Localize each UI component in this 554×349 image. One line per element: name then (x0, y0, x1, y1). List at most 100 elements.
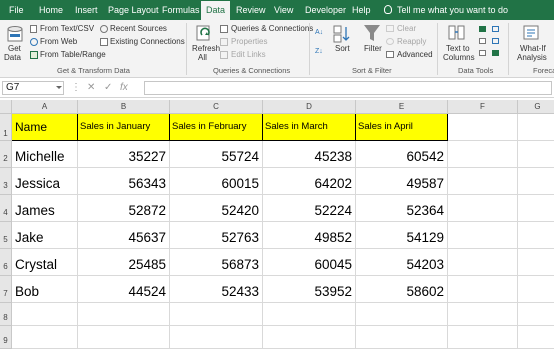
empty-cell[interactable] (518, 249, 554, 276)
row-header[interactable]: 8 (0, 303, 12, 326)
empty-cell[interactable] (448, 114, 518, 141)
empty-cell[interactable] (170, 326, 263, 349)
tab-file[interactable]: File (9, 0, 24, 20)
sales-cell[interactable]: 60045 (263, 249, 356, 276)
name-cell[interactable]: Jessica (12, 168, 78, 195)
enter-icon[interactable]: ✓ (104, 81, 112, 95)
tab-home[interactable]: Home (39, 0, 63, 20)
sales-cell[interactable]: 25485 (78, 249, 170, 276)
row-header[interactable]: 6 (0, 249, 12, 276)
empty-cell[interactable] (448, 276, 518, 303)
header-cell-name[interactable]: Name (12, 114, 78, 141)
empty-cell[interactable] (518, 141, 554, 168)
row-header[interactable]: 2 (0, 141, 12, 168)
empty-cell[interactable] (448, 195, 518, 222)
sales-cell[interactable]: 54129 (356, 222, 448, 249)
sales-cell[interactable]: 56343 (78, 168, 170, 195)
row-header[interactable]: 5 (0, 222, 12, 249)
tab-view[interactable]: View (274, 0, 293, 20)
name-cell[interactable]: Crystal (12, 249, 78, 276)
tab-review[interactable]: Review (236, 0, 266, 20)
selected-cell-g7[interactable] (518, 276, 554, 303)
column-header-d[interactable]: D (263, 100, 356, 114)
name-cell[interactable]: James (12, 195, 78, 222)
tab-developer[interactable]: Developer (305, 0, 346, 20)
name-cell[interactable]: Michelle (12, 141, 78, 168)
column-header-c[interactable]: C (170, 100, 263, 114)
empty-cell[interactable] (356, 303, 448, 326)
column-header-a[interactable]: A (12, 100, 78, 114)
empty-cell[interactable] (518, 195, 554, 222)
sales-cell[interactable]: 52763 (170, 222, 263, 249)
sales-cell[interactable]: 64202 (263, 168, 356, 195)
sales-cell[interactable]: 45238 (263, 141, 356, 168)
tab-data[interactable]: Data (201, 1, 231, 20)
empty-cell[interactable] (518, 326, 554, 349)
name-box[interactable]: G7 (2, 81, 64, 95)
empty-cell[interactable] (448, 141, 518, 168)
tab-insert[interactable]: Insert (75, 0, 98, 20)
empty-cell[interactable] (263, 303, 356, 326)
sales-cell[interactable]: 49852 (263, 222, 356, 249)
empty-cell[interactable] (356, 326, 448, 349)
name-cell[interactable]: Bob (12, 276, 78, 303)
empty-cell[interactable] (448, 326, 518, 349)
empty-cell[interactable] (518, 303, 554, 326)
sales-cell[interactable]: 56873 (170, 249, 263, 276)
row-header[interactable]: 9 (0, 326, 12, 349)
header-cell-sales-february[interactable]: Sales in February (170, 114, 263, 141)
empty-cell[interactable] (78, 303, 170, 326)
empty-cell[interactable] (518, 222, 554, 249)
sales-cell[interactable]: 60542 (356, 141, 448, 168)
row-header[interactable]: 1 (0, 114, 12, 141)
group-separator (186, 23, 187, 75)
empty-cell[interactable] (12, 303, 78, 326)
sales-cell[interactable]: 45637 (78, 222, 170, 249)
empty-cell[interactable] (170, 303, 263, 326)
empty-cell[interactable] (448, 249, 518, 276)
sales-cell[interactable]: 35227 (78, 141, 170, 168)
sales-cell[interactable]: 53952 (263, 276, 356, 303)
column-header-g[interactable]: G (518, 100, 554, 114)
columns-label: Columns (443, 53, 475, 62)
formula-input[interactable] (144, 81, 552, 95)
sales-cell[interactable]: 44524 (78, 276, 170, 303)
column-header-b[interactable]: B (78, 100, 170, 114)
empty-cell[interactable] (448, 222, 518, 249)
row-header[interactable]: 4 (0, 195, 12, 222)
sales-cell[interactable]: 52224 (263, 195, 356, 222)
column-header-e[interactable]: E (356, 100, 448, 114)
row-header[interactable]: 3 (0, 168, 12, 195)
sales-cell[interactable]: 52872 (78, 195, 170, 222)
name-cell[interactable]: Jake (12, 222, 78, 249)
tell-me-search[interactable]: Tell me what you want to do (384, 0, 508, 20)
tab-formulas[interactable]: Formulas (162, 0, 200, 20)
tab-help[interactable]: Help (352, 0, 371, 20)
sales-cell[interactable]: 52433 (170, 276, 263, 303)
header-cell-sales-april[interactable]: Sales in April (356, 114, 448, 141)
empty-cell[interactable] (518, 168, 554, 195)
connections-icon (100, 38, 108, 46)
chevron-down-icon[interactable] (56, 86, 62, 89)
empty-cell[interactable] (518, 114, 554, 141)
sales-cell[interactable]: 55724 (170, 141, 263, 168)
insert-function-icon[interactable]: fx (120, 81, 128, 95)
row-header[interactable]: 7 (0, 276, 12, 303)
empty-cell[interactable] (448, 303, 518, 326)
sales-cell[interactable]: 52364 (356, 195, 448, 222)
sales-cell[interactable]: 58602 (356, 276, 448, 303)
tab-page-layout[interactable]: Page Layout (108, 0, 159, 20)
empty-cell[interactable] (12, 326, 78, 349)
sales-cell[interactable]: 54203 (356, 249, 448, 276)
empty-cell[interactable] (78, 326, 170, 349)
sales-cell[interactable]: 49587 (356, 168, 448, 195)
sales-cell[interactable]: 52420 (170, 195, 263, 222)
empty-cell[interactable] (263, 326, 356, 349)
header-cell-sales-january[interactable]: Sales in January (78, 114, 170, 141)
empty-cell[interactable] (448, 168, 518, 195)
select-all-corner[interactable] (0, 100, 12, 114)
header-cell-sales-march[interactable]: Sales in March (263, 114, 356, 141)
cancel-icon[interactable]: ✕ (87, 81, 95, 95)
column-header-f[interactable]: F (448, 100, 518, 114)
sales-cell[interactable]: 60015 (170, 168, 263, 195)
